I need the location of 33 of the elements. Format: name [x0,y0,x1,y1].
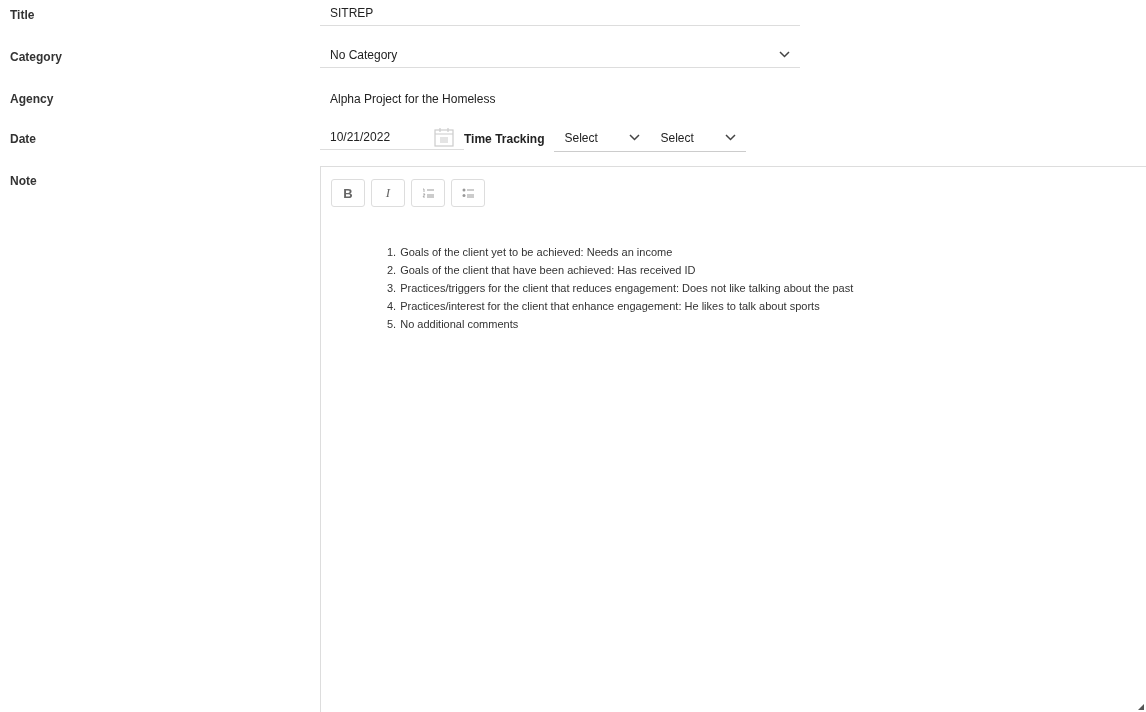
italic-button[interactable]: I [371,179,405,207]
category-dropdown[interactable]: No Category [320,42,800,68]
note-text: Goals of the client yet to be achieved: Needs an income [400,245,673,259]
time-select-dropdown[interactable]: Select [554,124,651,152]
title-field[interactable]: SITREP [320,0,800,26]
list-number: 4. [387,299,397,313]
field-label: Category [9,49,63,64]
list-number: 5. [387,317,397,331]
list-number: 1. [387,245,397,259]
chevron-down-icon [629,134,641,141]
bold-button[interactable]: B [331,179,365,207]
time-select-dropdown[interactable]: Select [650,124,747,152]
chevron-down-icon [725,134,737,141]
agency-value: Alpha Project for the Homeless [329,91,497,108]
list-number: 2. [387,263,397,277]
resize-handle-icon[interactable] [1138,704,1144,710]
calendar-icon [434,126,454,147]
numbered-list-icon [421,188,435,198]
bullet-list-button[interactable] [451,179,485,207]
chevron-down-icon [779,51,790,58]
note-text: Goals of the client that have been achieved: Has received ID [400,263,696,277]
bullet-list-icon [461,188,475,198]
time-tracking-label: Time Tracking [464,131,545,146]
list-number: 3. [387,281,397,295]
ordered-list-button[interactable] [411,179,445,207]
field-label: Agency [9,91,55,106]
note-text: Practices/triggers for the client that reduces engagement: Does not like talking about the past [400,281,854,295]
date-field[interactable]: 10/21/2022 [320,124,464,150]
field-label: Title [9,7,36,22]
note-text: No additional comments [400,317,519,331]
note-text: Practices/interest for the client that enhance engagement: He likes to talk about sports [400,299,820,313]
field-label: Note [9,173,38,188]
field-label: Date [9,131,37,146]
